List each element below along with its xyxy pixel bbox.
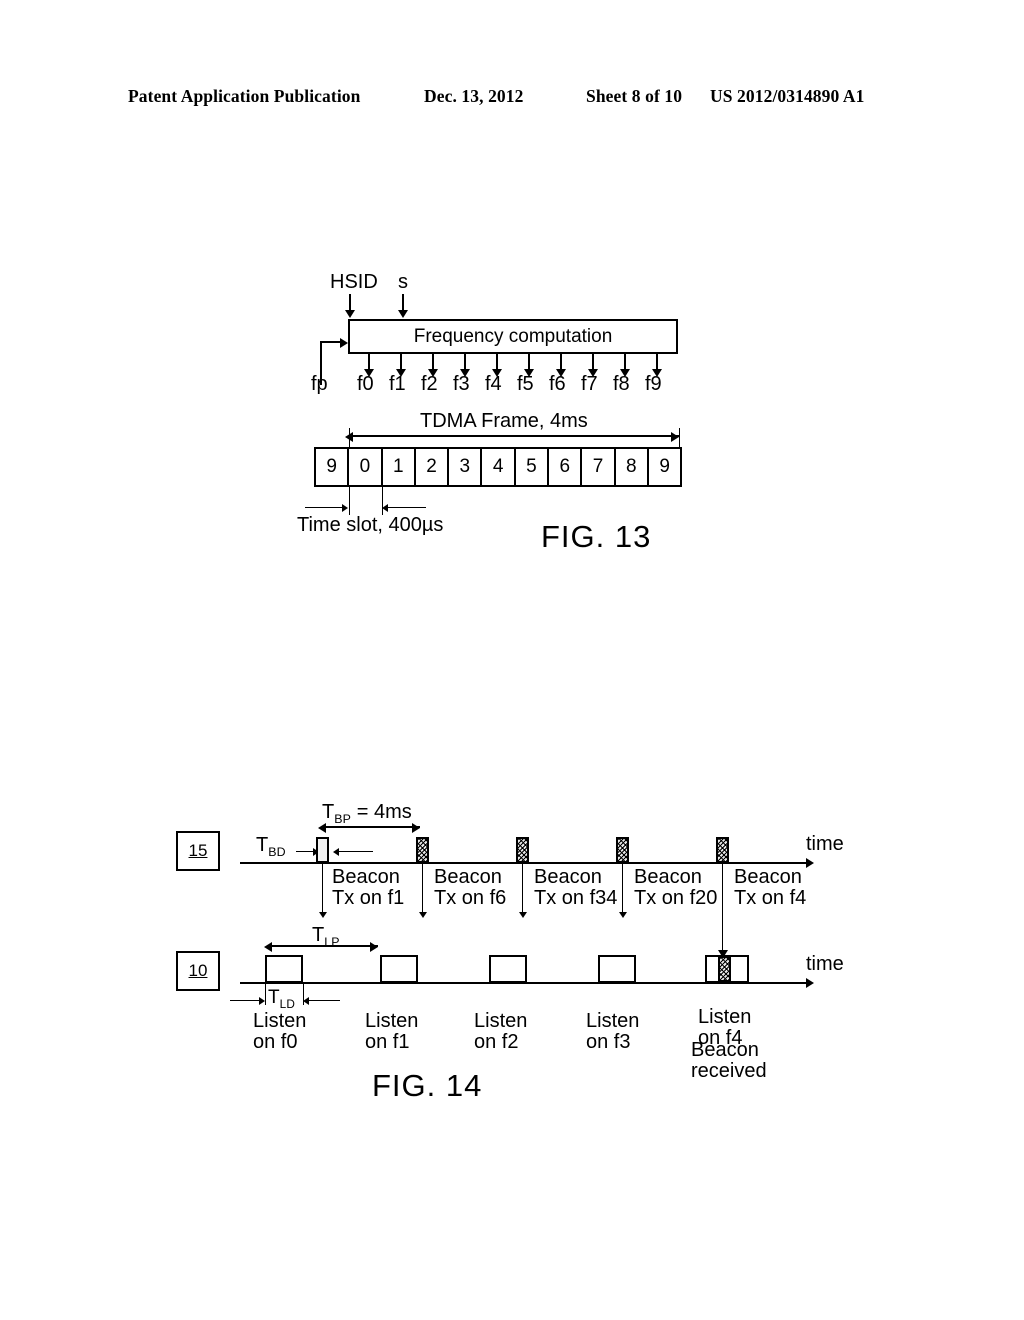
beacon-event-line2: Tx on f20 xyxy=(634,887,718,910)
listen-window xyxy=(265,955,303,983)
beacon-droplin-4 xyxy=(622,863,623,915)
t-bd-symbol: T xyxy=(256,834,269,856)
beacon-droparrow-2 xyxy=(419,912,427,918)
t-bp-label: TBP = 4ms xyxy=(322,801,412,826)
beacon-pulse xyxy=(316,837,329,863)
t-bp-value: = 4ms xyxy=(351,801,412,823)
beacon-pulse xyxy=(616,837,629,863)
beacon-timeline-axis-arrowhead xyxy=(806,858,814,868)
t-bp-arrow-right xyxy=(412,823,420,833)
listen-event-line1: Listen xyxy=(365,1010,419,1032)
beacon-event-line2: Tx on f1 xyxy=(332,887,405,910)
beacon-event-line1: Beacon xyxy=(332,866,400,888)
listen-timeline-axis-arrowhead xyxy=(806,978,814,988)
t-lp-dimension-line xyxy=(268,945,378,947)
figure-14-title: FIG. 14 xyxy=(372,1068,483,1103)
beacon-received-line2: received xyxy=(691,1060,767,1083)
listen-window xyxy=(598,955,636,983)
t-lp-symbol: T xyxy=(312,924,325,946)
listen-event-line2: on f0 xyxy=(253,1031,298,1054)
t-ld-guide-left xyxy=(265,983,266,1005)
listen-event-line1: Listen xyxy=(253,1010,307,1032)
t-bd-label: TBD xyxy=(256,834,286,859)
beacon-event-line1: Beacon xyxy=(734,866,802,888)
listen-event-label-3: Listen on f2 xyxy=(474,1010,528,1054)
t-ld-arrow-right xyxy=(303,997,309,1005)
t-ld-leader-left xyxy=(230,1000,262,1001)
figure-14: 15 TBD TBP = 4ms time Beacon Tx on f1 Be… xyxy=(0,0,1024,1320)
t-bd-leader-right xyxy=(337,851,373,852)
t-ld-subscript: LD xyxy=(279,997,296,1011)
t-lp-arrow-left xyxy=(264,942,272,952)
listen-event-line1: Listen xyxy=(474,1010,528,1032)
t-bp-symbol: T xyxy=(322,801,335,823)
beacon-event-label-2: Beacon Tx on f6 xyxy=(434,866,507,910)
listen-event-line1: Listen xyxy=(698,1006,752,1028)
beacon-droparrow-1 xyxy=(319,912,327,918)
beacon-pulse xyxy=(516,837,529,863)
t-bp-arrow-left xyxy=(318,823,326,833)
listen-event-label-4: Listen on f3 xyxy=(586,1010,640,1054)
beacon-timeline-time-label: time xyxy=(806,833,844,855)
beacon-received-line1: Beacon xyxy=(691,1039,759,1061)
beacon-event-label-1: Beacon Tx on f1 xyxy=(332,866,405,910)
beacon-pulse xyxy=(416,837,429,863)
beacon-pulse xyxy=(716,837,729,863)
reference-numeral-15: 15 xyxy=(176,831,220,871)
reference-numeral-15-label: 15 xyxy=(188,841,208,860)
t-bd-arrow-right xyxy=(333,848,339,856)
beacon-droplin-2 xyxy=(422,863,423,915)
listen-event-line2: on f3 xyxy=(586,1031,631,1054)
t-bp-subscript: BP xyxy=(334,812,352,826)
listen-window xyxy=(380,955,418,983)
listen-timeline-time-label: time xyxy=(806,953,844,975)
t-ld-arrow-left xyxy=(259,997,265,1005)
beacon-received-note: Beacon received xyxy=(691,1039,767,1083)
beacon-droplin-3 xyxy=(522,863,523,915)
beacon-droplin-1 xyxy=(322,863,323,915)
beacon-event-label-5: Beacon Tx on f4 xyxy=(734,866,807,910)
beacon-to-listen-link-line xyxy=(722,863,723,953)
t-bp-dimension-line xyxy=(322,826,420,828)
listen-event-line2: on f1 xyxy=(365,1031,410,1054)
beacon-event-label-3: Beacon Tx on f34 xyxy=(534,866,618,910)
beacon-event-line2: Tx on f6 xyxy=(434,887,507,910)
beacon-event-line2: Tx on f4 xyxy=(734,887,807,910)
beacon-event-line1: Beacon xyxy=(534,866,602,888)
listen-event-label-1: Listen on f0 xyxy=(253,1010,307,1054)
listen-event-label-2: Listen on f1 xyxy=(365,1010,419,1054)
beacon-event-line1: Beacon xyxy=(634,866,702,888)
t-ld-symbol: T xyxy=(268,987,280,1008)
beacon-droparrow-3 xyxy=(519,912,527,918)
reference-numeral-10: 10 xyxy=(176,951,220,991)
reference-numeral-10-label: 10 xyxy=(188,961,208,980)
t-ld-label: TLD xyxy=(268,987,296,1011)
t-lp-arrow-right xyxy=(370,942,378,952)
beacon-event-line1: Beacon xyxy=(434,866,502,888)
beacon-event-label-4: Beacon Tx on f20 xyxy=(634,866,718,910)
listen-window xyxy=(489,955,527,983)
t-ld-leader-right xyxy=(308,1000,340,1001)
received-beacon-pulse xyxy=(718,956,731,982)
listen-event-line1: Listen xyxy=(586,1010,640,1032)
t-bd-subscript: BD xyxy=(268,845,286,859)
beacon-droparrow-4 xyxy=(619,912,627,918)
beacon-event-line2: Tx on f34 xyxy=(534,887,618,910)
listen-event-line2: on f2 xyxy=(474,1031,519,1054)
